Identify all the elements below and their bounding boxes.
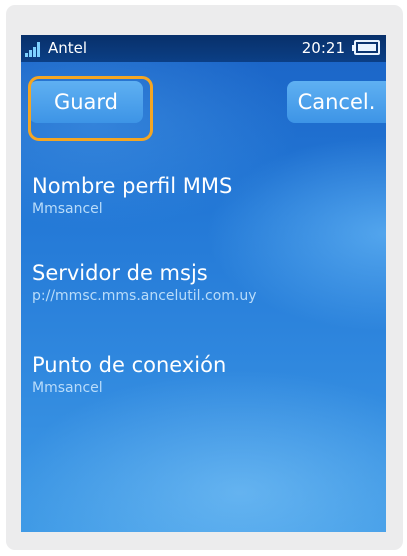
field-value: Mmsancel [32,380,103,396]
field-value: p://mmsc.mms.ancelutil.com.uy [32,288,257,304]
battery-icon [352,40,380,55]
field-value: Mmsancel [32,201,103,217]
field-label: Punto de conexión [32,353,227,377]
carrier-name: Antel [48,39,88,57]
cancel-button[interactable]: Cancel. [287,81,386,123]
selection-highlight [28,76,153,141]
field-message-server[interactable]: Servidor de msjs p://mmsc.mms.ancelutil.… [32,260,382,306]
field-label: Servidor de msjs [32,261,208,285]
status-bar: Antel 20:21 [21,35,386,62]
signal-strength-icon [25,42,45,57]
field-label: Nombre perfil MMS [32,174,233,198]
field-mms-profile-name[interactable]: Nombre perfil MMS Mmsancel [32,173,382,219]
clock: 20:21 [301,39,345,57]
field-connection-point[interactable]: Punto de conexión Mmsancel [32,352,382,398]
